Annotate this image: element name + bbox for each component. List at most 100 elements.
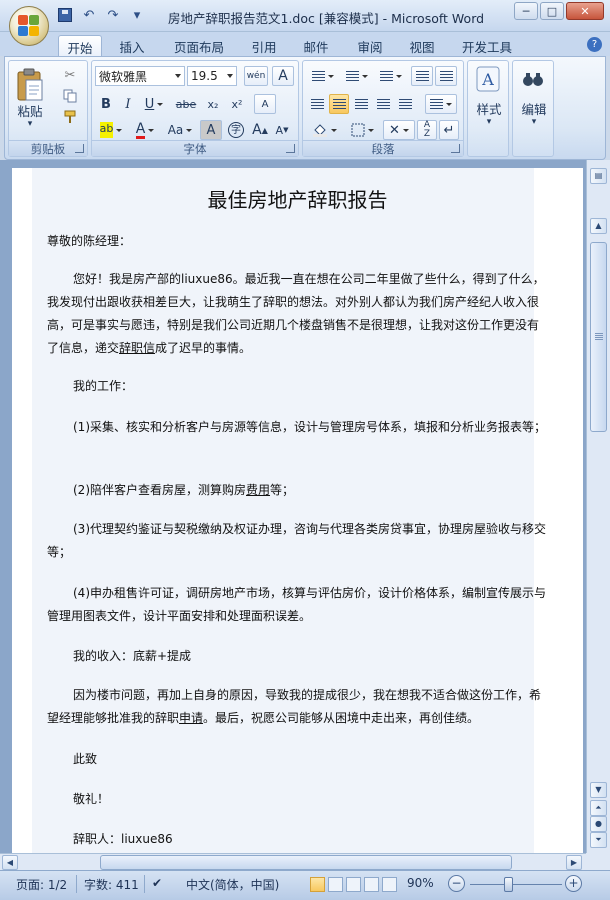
tab-references[interactable]: 引用 bbox=[242, 35, 286, 56]
clear-formatting-button[interactable]: A bbox=[254, 94, 276, 114]
numbering-button[interactable] bbox=[341, 66, 373, 86]
strikethrough-button[interactable]: abe bbox=[172, 94, 200, 114]
ruler-toggle-icon[interactable]: ▤ bbox=[590, 168, 607, 184]
borders-button[interactable] bbox=[345, 120, 379, 140]
copy-button[interactable] bbox=[59, 86, 81, 106]
paragraph-dialog-launcher[interactable] bbox=[451, 144, 460, 153]
styles-icon: A bbox=[474, 65, 502, 93]
scroll-right-button[interactable]: ▶ bbox=[566, 855, 582, 870]
justify-button[interactable] bbox=[373, 94, 393, 114]
scroll-down-button[interactable]: ▼ bbox=[590, 782, 607, 798]
subscript-button[interactable]: x₂ bbox=[202, 94, 224, 114]
word-count[interactable]: 字数: 411 bbox=[84, 876, 139, 893]
resignation-letter-link[interactable]: 辞职信 bbox=[119, 341, 155, 355]
chinese-layout-button[interactable]: ✕ bbox=[383, 120, 415, 140]
tab-developer[interactable]: 开发工具 bbox=[454, 35, 520, 56]
full-screen-reading-button[interactable] bbox=[328, 877, 343, 892]
office-button[interactable] bbox=[9, 6, 49, 46]
align-left-button[interactable] bbox=[307, 94, 327, 114]
scroll-left-button[interactable]: ◀ bbox=[2, 855, 18, 870]
change-case-button[interactable]: Aa bbox=[164, 120, 196, 140]
language-indicator[interactable]: 中文(简体，中国) bbox=[186, 876, 279, 893]
clipboard-dialog-launcher[interactable] bbox=[75, 144, 84, 153]
fees-link[interactable]: 费用 bbox=[246, 483, 270, 497]
document-page[interactable]: 最佳房地产辞职报告 尊敬的陈经理： 您好！我是房产部的liuxue86。最近我一… bbox=[12, 168, 583, 853]
multilevel-list-button[interactable] bbox=[375, 66, 407, 86]
font-dialog-launcher[interactable] bbox=[286, 144, 295, 153]
zoom-level[interactable]: 90% bbox=[407, 876, 434, 890]
enclose-characters-button[interactable]: 字 bbox=[225, 120, 247, 140]
zoom-out-button[interactable]: − bbox=[448, 875, 465, 892]
increase-indent-button[interactable] bbox=[435, 66, 457, 86]
paint-bucket-icon bbox=[312, 124, 327, 137]
superscript-button[interactable]: x² bbox=[226, 94, 248, 114]
bullets-button[interactable] bbox=[307, 66, 339, 86]
character-border-button[interactable]: A bbox=[272, 66, 294, 86]
previous-page-button[interactable]: ⏶ bbox=[590, 800, 607, 816]
align-center-button[interactable] bbox=[329, 94, 349, 114]
help-icon[interactable]: ? bbox=[587, 37, 602, 52]
minimize-button[interactable]: ─ bbox=[514, 2, 538, 20]
scroll-up-button[interactable]: ▲ bbox=[590, 218, 607, 234]
decrease-indent-button[interactable] bbox=[411, 66, 433, 86]
zoom-slider-thumb[interactable] bbox=[504, 877, 513, 892]
tab-insert[interactable]: 插入 bbox=[110, 35, 154, 56]
show-marks-button[interactable]: ↵ bbox=[439, 120, 459, 140]
distributed-button[interactable] bbox=[395, 94, 415, 114]
borders-icon bbox=[351, 123, 364, 137]
styles-label: 样式 bbox=[476, 102, 502, 117]
underline-button[interactable]: U bbox=[140, 94, 168, 114]
format-painter-button[interactable] bbox=[59, 107, 81, 127]
shading-button[interactable] bbox=[307, 120, 341, 140]
cut-button[interactable]: ✂ bbox=[59, 65, 81, 85]
next-page-button[interactable]: ⏷ bbox=[590, 832, 607, 848]
editing-group[interactable]: 编辑 ▾ bbox=[512, 60, 554, 157]
signature: 辞职人：liuxue86 bbox=[73, 832, 173, 846]
tab-page-layout[interactable]: 页面布局 bbox=[166, 35, 232, 56]
highlight-button[interactable]: ab bbox=[96, 120, 126, 140]
tab-home[interactable]: 开始 bbox=[58, 35, 102, 56]
print-layout-view-button[interactable] bbox=[310, 877, 325, 892]
vertical-scroll-thumb[interactable] bbox=[590, 242, 607, 432]
line-spacing-icon bbox=[430, 98, 443, 110]
character-shading-button[interactable]: A bbox=[200, 120, 222, 140]
horizontal-scrollbar[interactable]: ◀ ▶ bbox=[0, 853, 586, 870]
customize-qat-button[interactable]: ▾ bbox=[128, 6, 146, 24]
tab-view[interactable]: 视图 bbox=[400, 35, 444, 56]
font-color-button[interactable]: A bbox=[130, 120, 160, 140]
paste-button[interactable] bbox=[13, 65, 47, 105]
styles-group[interactable]: A 样式 ▾ bbox=[467, 60, 509, 157]
browse-object-button[interactable]: ● bbox=[590, 816, 607, 832]
close-button[interactable]: ✕ bbox=[566, 2, 604, 20]
draft-view-button[interactable] bbox=[382, 877, 397, 892]
zoom-in-button[interactable]: + bbox=[565, 875, 582, 892]
page-count[interactable]: 页面: 1/2 bbox=[16, 876, 67, 893]
web-layout-button[interactable] bbox=[346, 877, 361, 892]
horizontal-scroll-thumb[interactable] bbox=[100, 855, 512, 870]
outline-view-button[interactable] bbox=[364, 877, 379, 892]
bold-button[interactable]: B bbox=[96, 94, 116, 114]
font-size-combo[interactable]: 19.5 bbox=[187, 66, 237, 86]
font-name-combo[interactable]: 微软雅黑 bbox=[95, 66, 185, 86]
tab-mailings[interactable]: 邮件 bbox=[294, 35, 338, 56]
redo-button[interactable]: ↷ bbox=[104, 6, 122, 24]
title-bar: ↶ ↷ ▾ 房地产辞职报告范文1.doc [兼容模式] - Microsoft … bbox=[0, 0, 610, 46]
line-spacing-button[interactable] bbox=[425, 94, 457, 114]
grow-font-button[interactable]: A ▲ bbox=[250, 120, 270, 140]
vertical-scrollbar[interactable]: ▤ ▲ ▼ ⏶ ● ⏷ bbox=[586, 160, 610, 853]
italic-button[interactable]: I bbox=[118, 94, 138, 114]
align-right-button[interactable] bbox=[351, 94, 371, 114]
shrink-font-button[interactable]: A ▼ bbox=[272, 120, 292, 140]
phonetic-guide-button[interactable]: wén bbox=[244, 66, 268, 86]
proofing-icon[interactable]: ✔ bbox=[152, 876, 162, 890]
office-logo-icon bbox=[18, 15, 40, 37]
sort-button[interactable]: AZ bbox=[417, 120, 437, 140]
paste-dropdown-icon[interactable]: ▾ bbox=[10, 119, 50, 129]
paste-label: 粘贴 bbox=[17, 104, 43, 119]
tab-review[interactable]: 审阅 bbox=[348, 35, 392, 56]
save-button[interactable] bbox=[56, 6, 74, 24]
application-link[interactable]: 申请 bbox=[179, 711, 203, 725]
maximize-button[interactable]: □ bbox=[540, 2, 564, 20]
zoom-slider-track[interactable] bbox=[470, 884, 562, 885]
undo-button[interactable]: ↶ bbox=[80, 6, 98, 24]
